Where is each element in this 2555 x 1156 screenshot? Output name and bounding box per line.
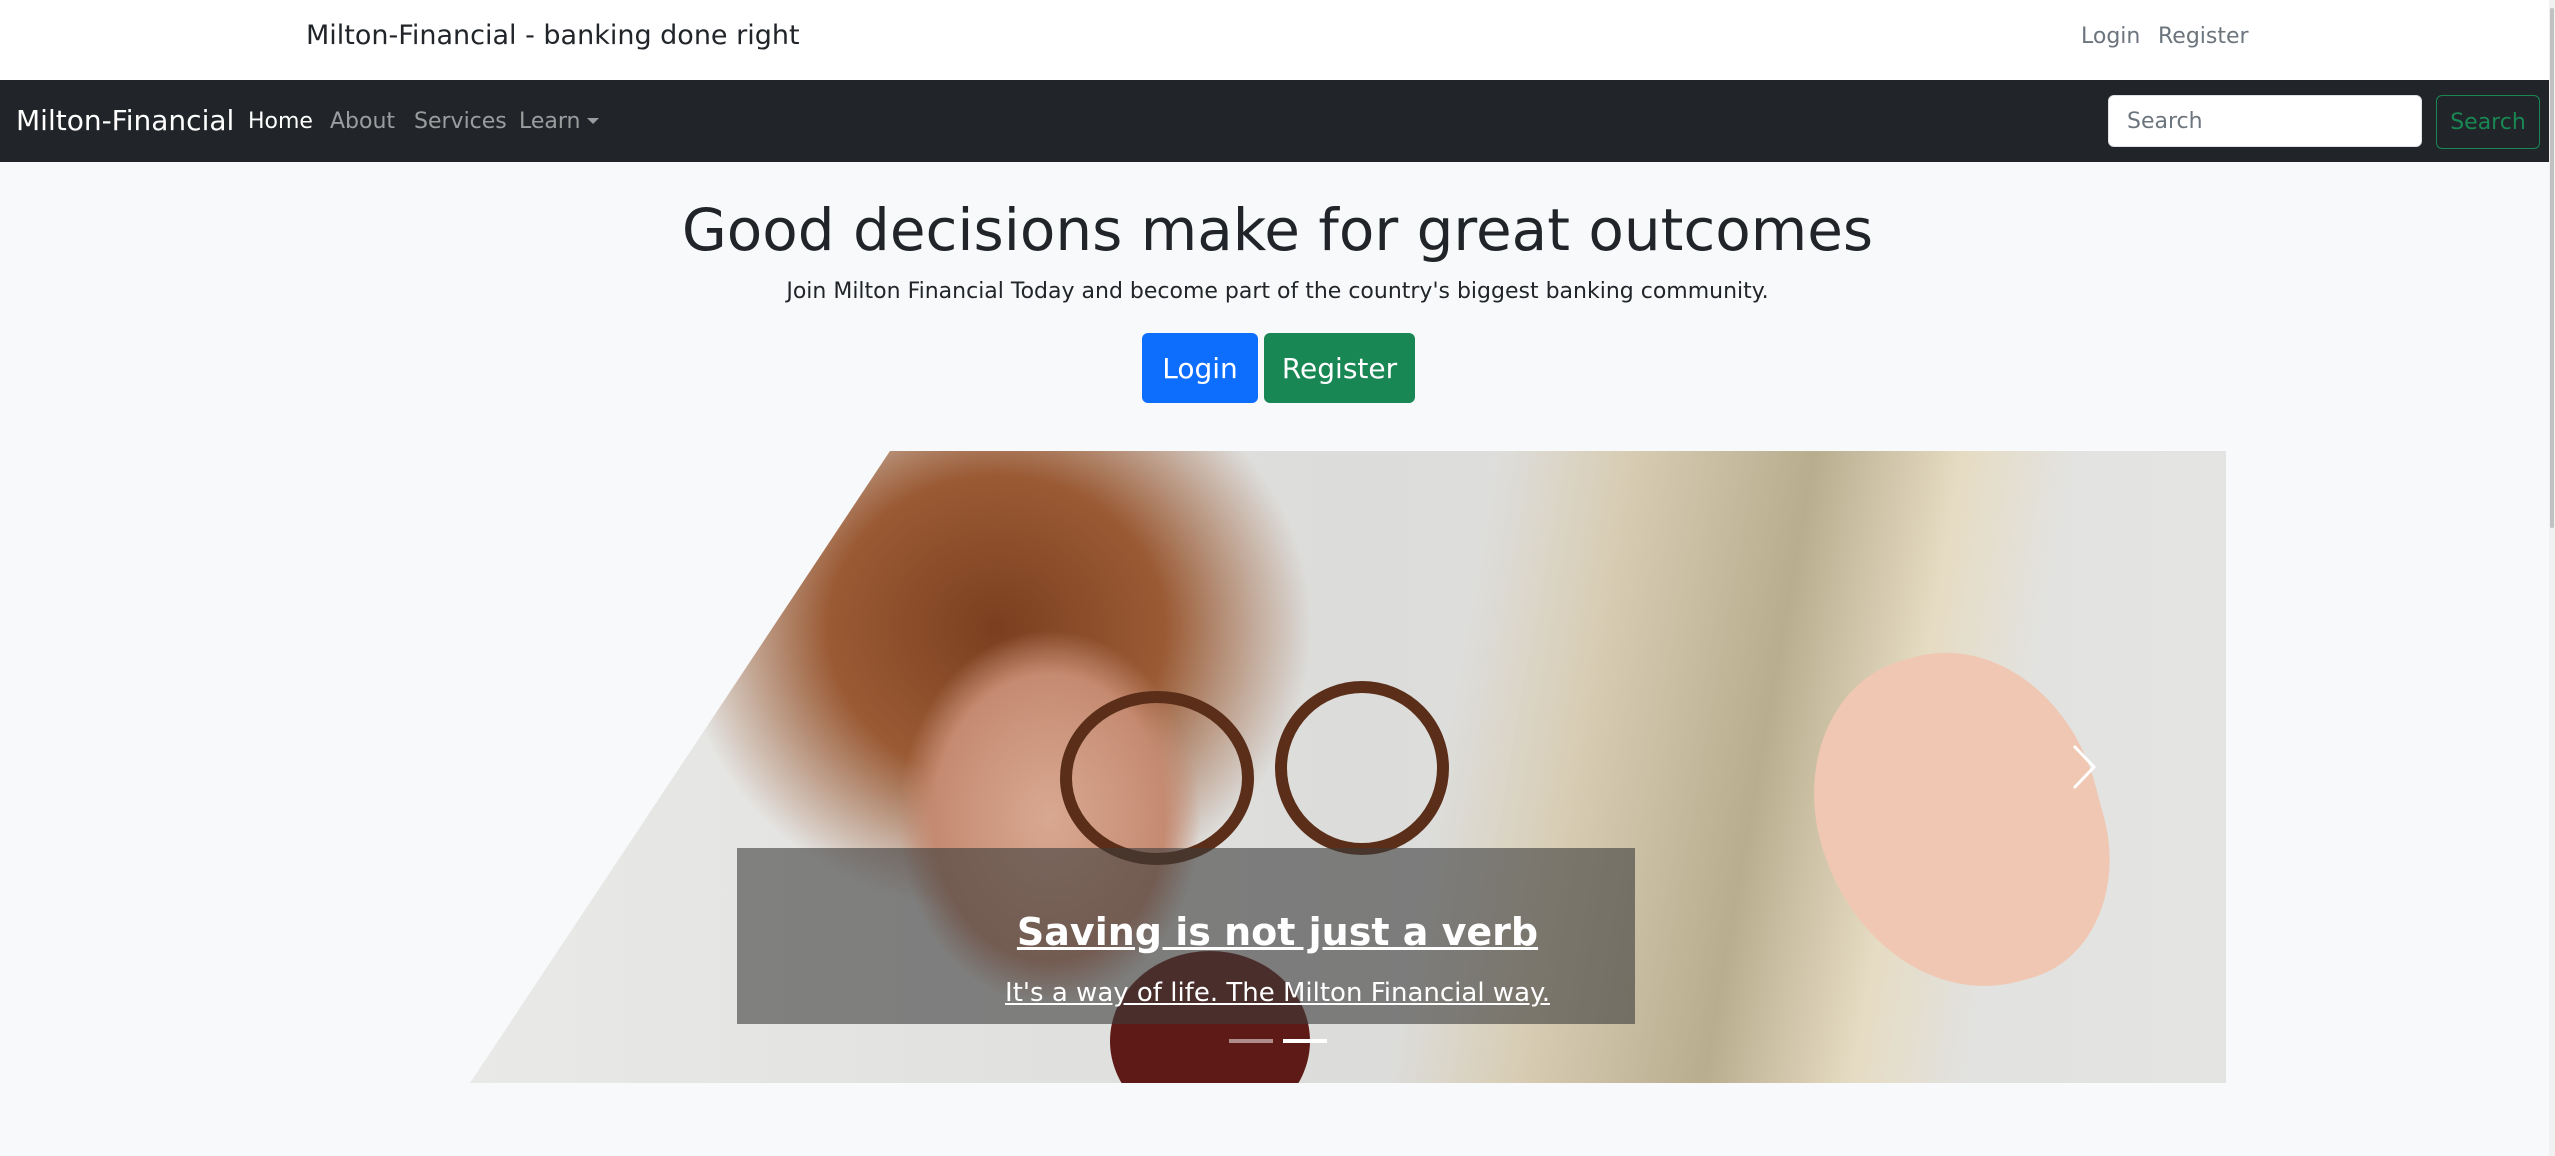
hero-login-button[interactable]: Login — [1142, 333, 1258, 403]
hero-register-button[interactable]: Register — [1264, 333, 1415, 403]
search-input[interactable] — [2108, 95, 2422, 147]
top-register-link[interactable]: Register — [2158, 24, 2249, 49]
carousel-indicator-2[interactable] — [1283, 1039, 1327, 1043]
carousel-caption-text: It's a way of life. The Milton Financial… — [1005, 978, 1550, 1008]
top-bar: Milton-Financial - banking done right Lo… — [0, 0, 2555, 80]
site-tagline: Milton-Financial - banking done right — [306, 20, 800, 51]
navbar-brand[interactable]: Milton-Financial — [16, 104, 234, 137]
hero-title: Good decisions make for great outcomes — [681, 196, 1874, 264]
search-button[interactable]: Search — [2436, 95, 2540, 149]
nav-item-learn[interactable]: Learn — [519, 109, 599, 134]
glasses-lens-left — [1060, 691, 1254, 865]
nav-item-about[interactable]: About — [330, 109, 395, 134]
top-login-link[interactable]: Login — [2081, 24, 2140, 49]
nav-item-services[interactable]: Services — [414, 109, 507, 134]
nav-item-home[interactable]: Home — [248, 109, 313, 134]
nav-item-learn-label: Learn — [519, 109, 581, 134]
carousel-indicator-1[interactable] — [1229, 1039, 1273, 1043]
glasses-lens-right — [1275, 681, 1449, 855]
carousel-caption-title: Saving is not just a verb — [1016, 910, 1539, 954]
carousel-next-icon[interactable] — [2064, 742, 2104, 792]
hero-lead: Join Milton Financial Today and become p… — [786, 279, 1769, 304]
scrollbar-thumb[interactable] — [2550, 8, 2554, 528]
dropdown-caret-icon — [586, 118, 599, 124]
